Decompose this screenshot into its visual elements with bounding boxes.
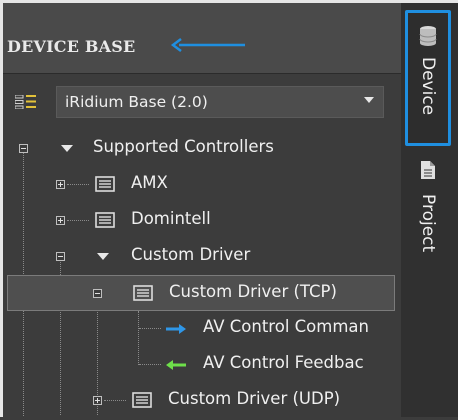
tree-item-custom-driver-tcp[interactable]: Custom Driver (TCP)	[7, 275, 395, 311]
controller-icon	[95, 176, 115, 192]
folder-expanded-icon	[97, 253, 109, 260]
tree-item-label: Custom Driver (TCP)	[169, 282, 337, 301]
tree-item-label: AMX	[131, 173, 168, 192]
base-select-dropdown[interactable]: iRidium Base (2.0)	[56, 86, 384, 118]
tree-item-av-control-command[interactable]: AV Control Comman	[3, 311, 395, 347]
panel-title: DEVICE BASE	[7, 37, 136, 56]
base-select-value: iRidium Base (2.0)	[65, 93, 208, 111]
tab-device[interactable]: Device	[405, 10, 451, 146]
database-icon	[419, 26, 437, 46]
tree-item-label: Custom Driver (UDP)	[168, 389, 341, 408]
expand-icon[interactable]	[56, 216, 65, 225]
tree-item-label: Domintell	[131, 209, 211, 228]
tree-item-amx[interactable]: AMX	[3, 167, 395, 203]
chevron-down-icon[interactable]	[363, 96, 375, 104]
controller-icon	[95, 212, 115, 228]
list-icon	[15, 95, 36, 109]
tree-item-av-control-feedback[interactable]: AV Control Feedbac	[3, 347, 395, 383]
tree-item-domintell[interactable]: Domintell	[3, 203, 395, 239]
tree-item-custom-driver[interactable]: Custom Driver	[3, 239, 395, 275]
tree-item-label: Custom Driver	[131, 245, 251, 264]
collapse-icon[interactable]	[56, 252, 65, 261]
device-tree: Supported Controllers AMX Domintell Cust…	[3, 131, 401, 420]
document-icon	[421, 161, 435, 179]
expand-icon[interactable]	[93, 396, 102, 405]
expand-icon[interactable]	[56, 180, 65, 189]
left-arrow-icon	[170, 38, 245, 52]
tree-item-supported-controllers[interactable]: Supported Controllers	[3, 131, 395, 167]
collapse-icon[interactable]	[19, 144, 28, 153]
controller-icon	[132, 392, 152, 408]
tab-project[interactable]: Project	[405, 150, 451, 290]
tree-item-label: AV Control Comman	[203, 317, 369, 336]
panel-header: DEVICE BASE	[3, 3, 401, 74]
tab-device-label: Device	[418, 57, 438, 116]
left-arrow-icon	[166, 360, 186, 370]
tree-item-custom-driver-udp[interactable]: Custom Driver (UDP)	[3, 383, 395, 419]
tab-project-label: Project	[418, 194, 438, 253]
controller-icon	[133, 285, 153, 301]
tree-item-label: Supported Controllers	[93, 137, 274, 156]
folder-expanded-icon	[61, 145, 73, 152]
right-arrow-icon	[166, 324, 186, 334]
tree-item-label: AV Control Feedbac	[203, 353, 364, 372]
collapse-icon[interactable]	[93, 289, 102, 298]
device-base-panel: DEVICE BASE iRidium Base (2.0) Supported…	[3, 3, 401, 417]
